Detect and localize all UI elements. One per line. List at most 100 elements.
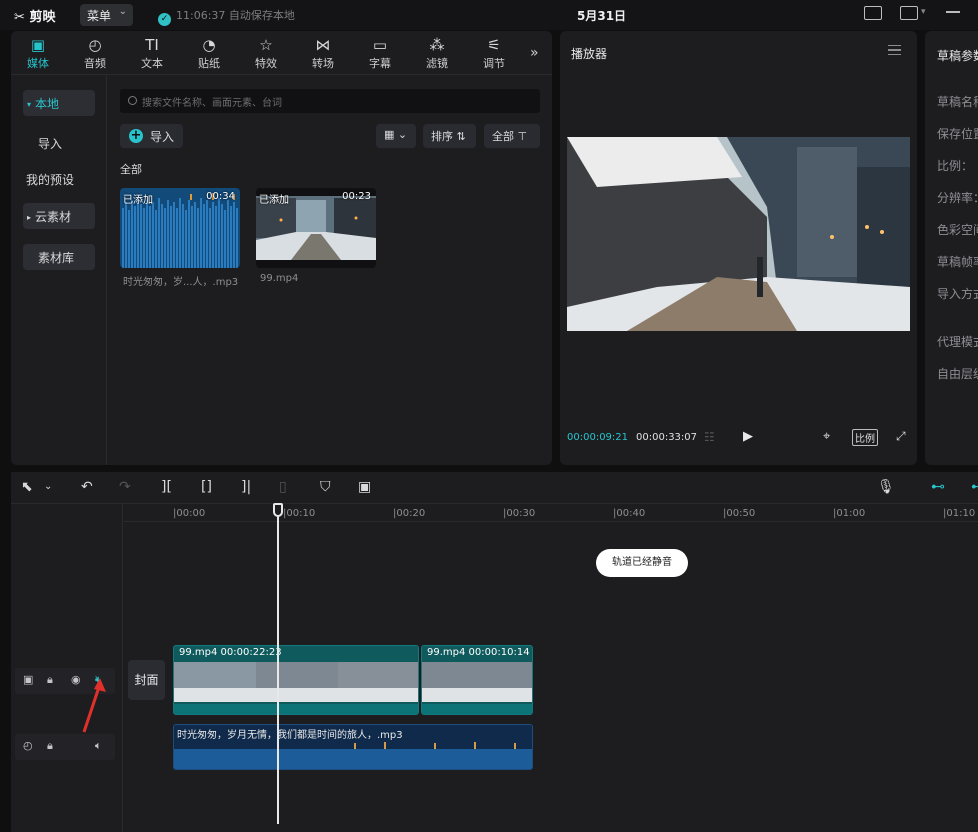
video-frame-image <box>567 137 910 331</box>
view-mode-button[interactable]: ▦ ⌄ <box>376 124 416 148</box>
clip-duration: 00:00:10:14 <box>468 647 530 658</box>
tab-filter[interactable]: ⁂ 滤镜 <box>417 35 457 71</box>
player-title: 播放器 <box>571 47 608 61</box>
tab-audio[interactable]: ◴ 音频 <box>75 35 115 71</box>
video-clip[interactable]: 99.mp4 00:00:10:14 <box>421 645 533 715</box>
chevron-down-icon: ⌄ <box>397 128 408 141</box>
clip-duration: 00:00:22:23 <box>220 647 282 658</box>
transition-icon: ⋈ <box>315 36 331 54</box>
playhead-line[interactable] <box>277 504 279 824</box>
menu-button[interactable]: 菜单 ⌄ <box>80 4 133 26</box>
sidebar-label: 导入 <box>38 137 63 151</box>
chevron-down-icon: ⌄ <box>118 6 127 17</box>
sidebar-label: 本地 <box>35 97 60 111</box>
split-icon[interactable]: ][ <box>161 479 172 495</box>
freeze-frame-icon[interactable]: ▣ <box>358 479 371 495</box>
tab-text[interactable]: TI 文本 <box>132 35 172 71</box>
trim-left-icon[interactable]: [] <box>201 479 212 495</box>
redo-icon[interactable]: ↷ <box>119 479 131 495</box>
lock-icon[interactable]: 🔒︎ <box>47 673 53 687</box>
snap-icon[interactable]: ⊷ <box>971 479 978 495</box>
tab-sticker[interactable]: ◔ 贴纸 <box>189 35 229 71</box>
tab-label: 媒体 <box>27 57 49 70</box>
media-item-audio[interactable]: 已添加 00:34 <box>120 188 240 268</box>
sidebar-item-cloud[interactable]: ▸ 云素材 <box>23 203 95 229</box>
sidebar-item-my-presets[interactable]: 我的预设 <box>23 166 95 192</box>
video-track-icon: ▣ <box>23 673 34 686</box>
volume-icon[interactable]: 🔈︎ <box>95 739 102 753</box>
param-label: 色彩空间 <box>937 223 978 237</box>
check-icon: ✓ <box>158 13 171 26</box>
tab-label: 滤镜 <box>426 57 448 70</box>
subtitle-icon: ▭ <box>372 36 388 54</box>
search-placeholder: 搜索文件名称、画面元素、台词 <box>142 98 282 109</box>
sticker-icon: ◔ <box>202 36 216 54</box>
ruler-label: |00:40 <box>613 508 646 519</box>
audio-icon: ◴ <box>88 36 102 54</box>
play-icon[interactable]: ▶ <box>743 429 753 444</box>
ruler-label: |01:00 <box>833 508 866 519</box>
sort-button[interactable]: 排序 ⇅ <box>423 124 476 148</box>
fit-screen-icon[interactable]: ⌖ <box>823 429 830 444</box>
delete-icon[interactable]: ▯ <box>279 479 287 495</box>
param-label: 保存位置 <box>937 127 978 141</box>
keyboard-icon[interactable] <box>864 6 882 20</box>
clip-name: 99.mp4 <box>427 647 466 658</box>
video-preview[interactable] <box>567 137 910 331</box>
link-clips-icon[interactable]: ⊷ <box>931 479 945 495</box>
tab-subtitle[interactable]: ▭ 字幕 <box>360 35 400 71</box>
tab-media[interactable]: ▣ 媒体 <box>18 35 58 71</box>
media-item-video[interactable]: 已添加 00:23 <box>256 188 376 268</box>
time-ruler[interactable]: |00:00 |00:10 |00:20 |00:30 |00:40 |00:5… <box>124 504 978 522</box>
import-button[interactable]: + 导入 <box>120 124 183 148</box>
ratio-button[interactable]: 比例 <box>852 429 878 446</box>
cover-button[interactable]: 封面 <box>128 660 165 700</box>
param-label: 草稿名称 <box>937 95 978 109</box>
undo-icon[interactable]: ↶ <box>81 479 93 495</box>
layout-chevron-icon[interactable]: ▾ <box>921 7 926 17</box>
select-cursor-icon[interactable]: ⬉ <box>21 479 33 495</box>
minimize-icon[interactable] <box>946 11 960 13</box>
lock-icon[interactable]: 🔒︎ <box>47 739 53 753</box>
tab-effects[interactable]: ☆ 特效 <box>246 35 286 71</box>
microphone-icon[interactable]: 🎙 <box>877 479 895 495</box>
media-panel: ▣ 媒体 ◴ 音频 TI 文本 ◔ 贴纸 ☆ 特效 ⋈ 转场 ▭ 字幕 ⁂ 滤镜 ⚟ 调节 » ▾… <box>11 31 552 465</box>
filter-label: 全部 <box>492 130 514 143</box>
layout-icon[interactable] <box>900 6 918 20</box>
param-label: 分辨率： <box>937 191 978 205</box>
draft-params-panel: 草稿参数 草稿名称 保存位置 比例： 分辨率： 色彩空间 草稿帧率 导入方式 代… <box>925 31 978 465</box>
app-logo: ✂ 剪映 <box>14 6 55 25</box>
chevron-down-icon[interactable]: ⌄ <box>44 481 52 492</box>
search-input[interactable]: 搜索文件名称、画面元素、台词 <box>120 89 540 113</box>
video-clip[interactable]: 99.mp4 00:00:22:23 <box>173 645 419 715</box>
filter-all-button[interactable]: 全部 ⊤ <box>484 124 540 148</box>
top-bar: ✂ 剪映 菜单 ⌄ ✓ 11:06:37 自动保存本地 5月31日 ▾ <box>0 0 978 30</box>
clip-name: 99.mp4 <box>179 647 218 658</box>
media-sidebar: ▾ 本地 导入 我的预设 ▸ 云素材 素材库 <box>11 75 107 465</box>
tab-label: 文本 <box>141 57 163 70</box>
tab-label: 转场 <box>312 57 334 70</box>
ruler-label: |01:10 <box>943 508 976 519</box>
added-tag: 已添加 <box>259 195 289 206</box>
ruler-label: |00:30 <box>503 508 536 519</box>
adjust-icon: ⚟ <box>487 36 501 54</box>
import-label: 导入 <box>150 130 175 144</box>
fullscreen-icon[interactable]: ⤢ <box>896 429 906 444</box>
player-panel: 播放器 00:00:09:21 00:00:33:07 ☷ ▶ ⌖ 比例 ⤢ <box>560 31 917 465</box>
marker-icon[interactable]: ⛉ <box>320 479 331 495</box>
clip-name: 时光匆匆，岁月无情，我们都是时间的旅人，.mp3 <box>177 730 403 741</box>
tab-transition[interactable]: ⋈ 转场 <box>303 35 343 71</box>
sidebar-label: 我的预设 <box>26 173 75 187</box>
sidebar-item-library[interactable]: 素材库 <box>23 244 95 270</box>
playhead-handle[interactable] <box>273 503 283 517</box>
frame-step-icon[interactable]: ☷ <box>704 430 715 444</box>
project-title: 5月31日 <box>577 9 627 23</box>
annotation-arrow-icon <box>82 678 106 733</box>
trim-right-icon[interactable]: ]| <box>241 479 251 495</box>
tab-adjust[interactable]: ⚟ 调节 <box>474 35 514 71</box>
sidebar-item-import[interactable]: 导入 <box>23 130 95 156</box>
more-tabs-icon[interactable]: » <box>530 45 539 61</box>
audio-clip[interactable]: 时光匆匆，岁月无情，我们都是时间的旅人，.mp3 <box>173 724 533 770</box>
sidebar-item-local[interactable]: ▾ 本地 <box>23 90 95 116</box>
hamburger-menu-icon[interactable] <box>888 45 901 55</box>
